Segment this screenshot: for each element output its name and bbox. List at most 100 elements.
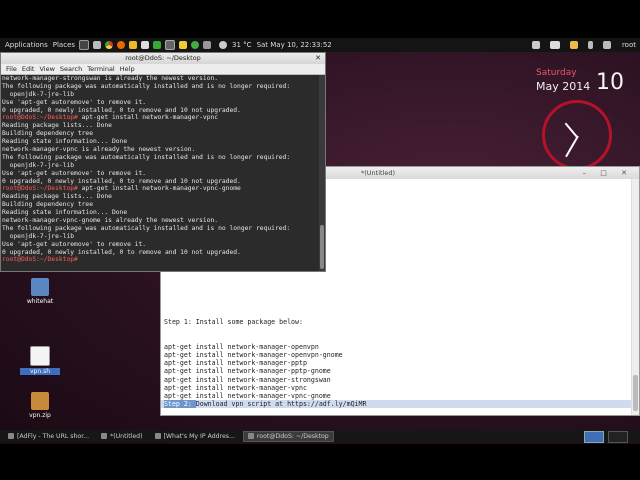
desktop-icon-vpn-zip[interactable]: vpn.zip xyxy=(20,392,60,419)
taskbar-item-untitled[interactable]: *(Untitled) xyxy=(97,432,146,441)
editor-icon xyxy=(101,433,108,439)
terminal-launcher-icon[interactable] xyxy=(79,40,90,50)
window-controls-icon[interactable]: – □ ✕ xyxy=(583,167,633,179)
workspace-2[interactable] xyxy=(608,431,628,443)
notes-launcher-icon[interactable] xyxy=(179,41,188,49)
terminal-line-text: The following package was automatically … xyxy=(2,82,291,90)
editor-line: apt-get install network-manager-vpnc-gno… xyxy=(161,392,633,400)
menu-file[interactable]: File xyxy=(6,65,17,73)
desktop-icon-label: whitehat xyxy=(26,298,54,305)
terminal-line-text: The following package was automatically … xyxy=(2,224,291,232)
terminal-line-text: apt-get install network-manager-vpnc-gno… xyxy=(77,185,241,193)
files-launcher-icon[interactable] xyxy=(93,41,102,49)
clock[interactable]: Sat May 10, 22:33:52 xyxy=(257,41,332,49)
terminal-line: root@DdoS:~/Desktop# xyxy=(2,256,320,264)
terminal-line-text: Reading package lists... Done xyxy=(2,122,112,130)
taskbar-item-adfly[interactable]: [AdFly - The URL shor... xyxy=(4,432,93,441)
terminal-line: Reading state information... Done xyxy=(2,209,320,217)
task-label: [AdFly - The URL shor... xyxy=(17,432,90,440)
terminal-line: 0 upgraded, 0 newly installed, 0 to remo… xyxy=(2,249,320,257)
editor-line: apt-get install network-manager-vpnc xyxy=(161,384,633,392)
places-menu[interactable]: Places xyxy=(53,41,75,49)
editor-line: Step 2: Download vpn script at https://a… xyxy=(161,400,633,409)
terminal-line: The following package was automatically … xyxy=(2,225,320,233)
terminal-window: root@DdoS: ~/Desktop ✕ File Edit View Se… xyxy=(0,52,326,272)
taskbar-item-terminal[interactable]: root@DdoS: ~/Desktop xyxy=(242,430,334,442)
desktop-icon-label: vpn.zip xyxy=(29,412,51,419)
terminal-line-text: 0 upgraded, 0 newly installed, 0 to remo… xyxy=(2,248,241,256)
mail-launcher-icon[interactable] xyxy=(203,41,212,49)
terminal-line: root@DdoS:~/Desktop# apt-get install net… xyxy=(2,185,320,193)
editor-title: *(Untitled) xyxy=(361,169,396,177)
weather-temperature[interactable]: 31 °C xyxy=(232,41,252,49)
monitor-launcher-icon[interactable] xyxy=(165,40,176,50)
editor-line: apt-get install network-manager-openvpn-… xyxy=(161,351,633,359)
terminal-prompt: root@DdoS:~/Desktop# xyxy=(2,256,78,264)
keyboard-icon[interactable] xyxy=(549,41,560,49)
terminal-line: openjdk-7-jre-lib xyxy=(2,233,320,241)
editor-line: apt-get install network-manager-pptp-gno… xyxy=(161,367,633,375)
firefox-launcher-icon[interactable] xyxy=(117,41,126,49)
clock-widget-month: May 2014 xyxy=(536,80,591,93)
folder-icon xyxy=(31,278,49,296)
menu-terminal[interactable]: Terminal xyxy=(87,65,114,73)
editor-line-text: apt-get install network-manager-vpnc xyxy=(164,383,307,392)
music-launcher-icon[interactable] xyxy=(153,41,162,49)
clock-widget-day: Saturday xyxy=(536,68,577,78)
task-label: root@DdoS: ~/Desktop xyxy=(256,432,329,440)
terminal-line: Building dependency tree xyxy=(2,201,320,209)
taskbar-item-whatsmyip[interactable]: [What's My IP Addres... xyxy=(151,432,239,441)
terminal-prompt: root@DdoS:~/Desktop# xyxy=(2,114,78,122)
menu-help[interactable]: Help xyxy=(120,65,135,73)
terminal-line-text: openjdk-7-jre-lib xyxy=(2,232,75,240)
taskbar: [AdFly - The URL shor... *(Untitled) [Wh… xyxy=(0,430,640,443)
terminal-scrollbar[interactable] xyxy=(319,75,325,271)
terminal-line-text: openjdk-7-jre-lib xyxy=(2,161,75,169)
bluetooth-icon[interactable] xyxy=(587,41,593,49)
terminal-line: Use 'apt-get autoremove' to remove it. xyxy=(2,241,320,249)
editor-scrollbar[interactable] xyxy=(631,179,639,415)
user-menu[interactable]: root xyxy=(622,41,636,49)
desktop: Applications Places 31 °C Sat May 10, 22… xyxy=(0,38,640,444)
terminal-line: Reading package lists... Done xyxy=(2,193,320,201)
terminal-line: Use 'apt-get autoremove' to remove it. xyxy=(2,170,320,178)
chrome-launcher-icon[interactable] xyxy=(105,41,114,49)
applications-menu[interactable]: Applications xyxy=(5,41,48,49)
terminal-title: root@DdoS: ~/Desktop xyxy=(125,54,201,62)
terminal-titlebar[interactable]: root@DdoS: ~/Desktop ✕ xyxy=(1,53,325,64)
terminal-output[interactable]: network-manager-strongswan is already th… xyxy=(1,75,320,271)
terminal-line: The following package was automatically … xyxy=(2,154,320,162)
terminal-line-text: Use 'apt-get autoremove' to remove it. xyxy=(2,169,147,177)
terminal-line: The following package was automatically … xyxy=(2,83,320,91)
selected-text: Step 2: xyxy=(164,400,196,409)
terminal-prompt: root@DdoS:~/Desktop# xyxy=(2,185,78,193)
folder-icon[interactable] xyxy=(569,41,578,49)
editor-line: apt-get install network-manager-pptp xyxy=(161,359,633,367)
menu-search[interactable]: Search xyxy=(60,65,82,73)
menu-edit[interactable]: Edit xyxy=(22,65,35,73)
terminal-line-text: 0 upgraded, 0 newly installed, 0 to remo… xyxy=(2,177,241,185)
settings-launcher-icon[interactable] xyxy=(191,41,200,49)
editor-line: Step 1: Install some package below: xyxy=(161,318,633,326)
close-icon[interactable]: ✕ xyxy=(315,53,321,64)
desktop-icon-whitehat[interactable]: whitehat xyxy=(20,278,60,305)
volume-icon[interactable] xyxy=(531,41,540,49)
archive-icon xyxy=(31,392,49,410)
network-icon[interactable] xyxy=(602,41,611,49)
workspace-1[interactable] xyxy=(584,431,604,443)
editor-line-text: apt-get install network-manager-strongsw… xyxy=(164,375,331,384)
desktop-icon-vpn-sh[interactable]: vpn.sh xyxy=(20,346,60,375)
menu-view[interactable]: View xyxy=(39,65,54,73)
browser-icon xyxy=(8,433,14,439)
editor-launcher-icon[interactable] xyxy=(141,41,150,49)
terminal-line: openjdk-7-jre-lib xyxy=(2,91,320,99)
warning-launcher-icon[interactable] xyxy=(129,41,138,49)
terminal-line-text: 0 upgraded, 0 newly installed, 0 to remo… xyxy=(2,106,241,114)
